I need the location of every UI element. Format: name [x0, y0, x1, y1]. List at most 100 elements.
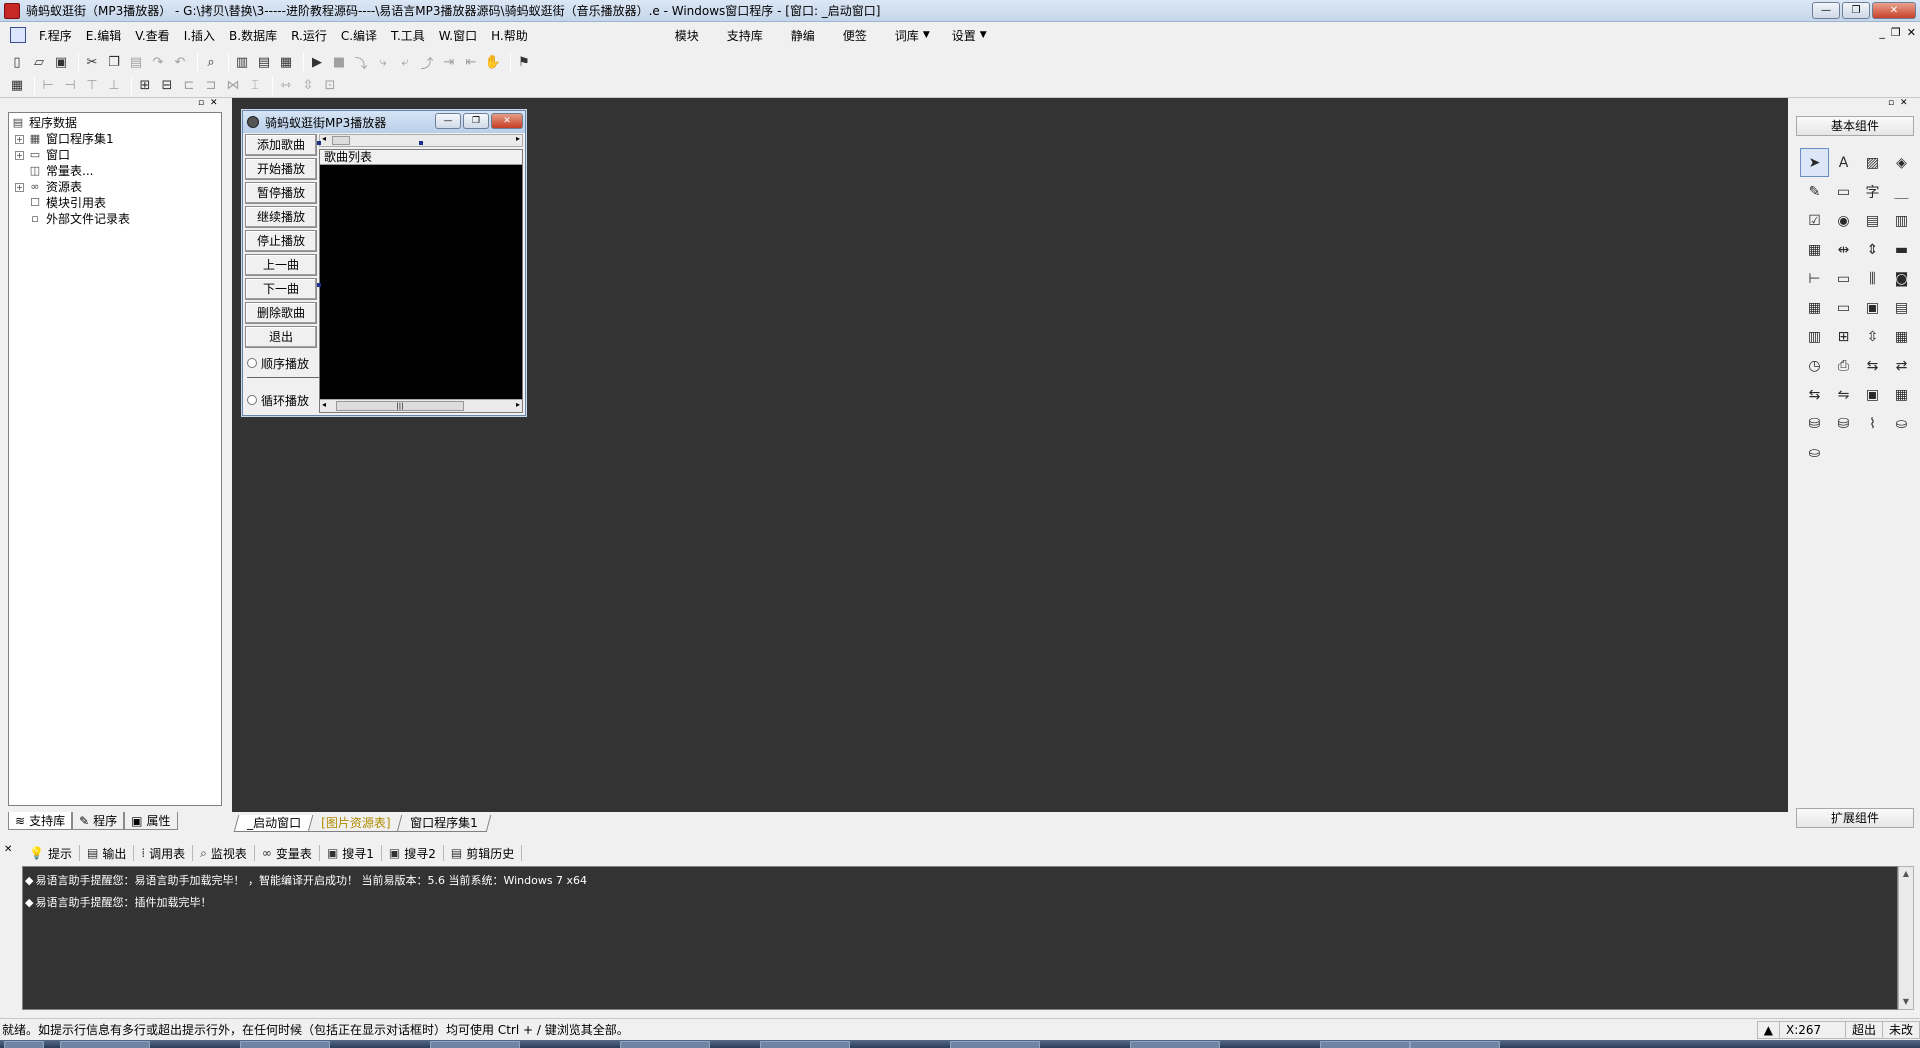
folder-icon[interactable]: ▣: [1858, 293, 1887, 322]
db-icon[interactable]: ⛁: [1800, 409, 1829, 438]
chevron-down-icon[interactable]: ▼: [980, 30, 987, 40]
tabs-icon[interactable]: ▭: [1829, 264, 1858, 293]
multilist-icon[interactable]: ▦: [1800, 235, 1829, 264]
breakpoint-icon[interactable]: ⇤: [462, 53, 480, 71]
listbox-icon[interactable]: ▥: [1887, 206, 1916, 235]
updown-icon[interactable]: ⇳: [1858, 322, 1887, 351]
image-icon[interactable]: ◙: [1887, 264, 1916, 293]
form-restore-button[interactable]: ❐: [463, 113, 489, 129]
doc-icon[interactable]: ▤: [1887, 293, 1916, 322]
tree-item-constants[interactable]: ◫ 常量表...: [9, 163, 221, 179]
form-close-button[interactable]: ✕: [491, 113, 523, 129]
save-icon[interactable]: ▣: [52, 53, 70, 71]
start-button[interactable]: [4, 1041, 44, 1048]
find-icon[interactable]: ⌕: [202, 53, 220, 71]
align-top-icon[interactable]: ⊤: [83, 77, 101, 95]
line-icon[interactable]: ＿: [1887, 177, 1916, 206]
chart-icon[interactable]: ⌇: [1858, 409, 1887, 438]
pointer-icon[interactable]: ➤: [1800, 148, 1829, 177]
tab-call-stack[interactable]: ⁞ 调用表: [134, 845, 194, 861]
tree-item-window-assembly[interactable]: + ▦ 窗口程序集1: [9, 131, 221, 147]
progress-icon[interactable]: ▬: [1887, 235, 1916, 264]
tree-item-window[interactable]: + ▭ 窗口: [9, 147, 221, 163]
mdi-restore-button[interactable]: ❐: [1891, 26, 1901, 39]
form-minimize-button[interactable]: —: [435, 113, 461, 129]
vspace-icon[interactable]: ⇳: [299, 77, 317, 95]
exit-button[interactable]: 退出: [245, 326, 317, 348]
tab-clip-history[interactable]: ▤ 剪辑历史: [444, 845, 523, 861]
scroll-right-icon[interactable]: ▸: [516, 400, 520, 409]
panel-close-icon[interactable]: ✕: [210, 98, 218, 108]
taskbar-item[interactable]: [1410, 1041, 1500, 1048]
taskbar-item[interactable]: [760, 1041, 850, 1048]
hspace-icon[interactable]: ⇿: [277, 77, 295, 95]
menu-tools[interactable]: T.工具: [384, 27, 432, 44]
scroll-left-icon[interactable]: ◂: [322, 400, 326, 409]
menu-insert[interactable]: I.插入: [177, 27, 222, 44]
output-log[interactable]: ◆ 易语言助手提醒您：易语言助手加载完毕！ ，智能编译开启成功！ 当前易版本：5.…: [22, 866, 1898, 1010]
tab-properties[interactable]: ▣ 属性: [124, 812, 178, 830]
menu-notes[interactable]: 便签: [829, 27, 881, 44]
align-right-icon[interactable]: ⊣: [61, 77, 79, 95]
stop-play-button[interactable]: 停止播放: [245, 230, 317, 252]
tree-item-external-files[interactable]: ▫ 外部文件记录表: [9, 211, 221, 227]
menu-static-compile[interactable]: 静编: [777, 27, 829, 44]
toolbar-icon[interactable]: ▥: [1800, 322, 1829, 351]
menu-program[interactable]: F.程序: [32, 27, 79, 44]
watch-icon[interactable]: ⚑: [515, 53, 533, 71]
cut-icon[interactable]: ✂: [83, 53, 101, 71]
grid-icon[interactable]: ▦: [1887, 380, 1916, 409]
layout-top-icon[interactable]: ▤: [255, 53, 273, 71]
selection-handle[interactable]: [419, 141, 423, 145]
start-play-button[interactable]: 开始播放: [245, 158, 317, 180]
edit-icon[interactable]: ✎: [1800, 177, 1829, 206]
selection-handle[interactable]: [317, 141, 321, 145]
tree-item-resources[interactable]: + ∞ 资源表: [9, 179, 221, 195]
chevron-down-icon[interactable]: ▼: [923, 30, 930, 40]
menu-database[interactable]: B.数据库: [222, 27, 284, 44]
tree-item-program-data[interactable]: ▤ 程序数据: [9, 115, 221, 131]
extended-components-header[interactable]: 扩展组件: [1796, 808, 1914, 828]
frame-icon[interactable]: ▭: [1829, 177, 1858, 206]
scroll-up-icon[interactable]: ▲: [1899, 867, 1913, 881]
same-size-icon[interactable]: ⋈: [224, 77, 242, 95]
tab-output[interactable]: ▤ 输出: [80, 845, 135, 861]
previous-song-button[interactable]: 上一曲: [245, 254, 317, 276]
radio-dot[interactable]: [247, 358, 257, 368]
step-icon[interactable]: ⤵: [352, 53, 370, 72]
taskbar-item[interactable]: [950, 1041, 1040, 1048]
song-list-header[interactable]: 歌曲列表: [320, 150, 522, 165]
align-left-icon[interactable]: ⊢: [39, 77, 57, 95]
panel-close-icon[interactable]: ✕: [1900, 98, 1908, 108]
scroll-left-icon[interactable]: ◂: [322, 134, 326, 143]
step-over-icon[interactable]: ⤶: [396, 53, 414, 71]
tab-support-lib[interactable]: ≋ 支持库: [8, 812, 73, 830]
same-height-icon[interactable]: ⊐: [202, 77, 220, 95]
dateedit-icon[interactable]: ▦: [1800, 293, 1829, 322]
db2-icon[interactable]: ⛁: [1829, 409, 1858, 438]
project-tree[interactable]: ▤ 程序数据 + ▦ 窗口程序集1 + ▭ 窗口 ◫ 常量表... + ∞ 资源…: [8, 112, 222, 806]
vscroll-icon[interactable]: ⇕: [1858, 235, 1887, 264]
app-icon[interactable]: [4, 2, 20, 19]
space-evenly-icon[interactable]: ⌶: [246, 77, 264, 95]
slider-icon[interactable]: ⊢: [1800, 264, 1829, 293]
layout-full-icon[interactable]: ▦: [277, 53, 295, 71]
layout-left-icon[interactable]: ▥: [233, 53, 251, 71]
menu-compile[interactable]: C.编译: [334, 27, 384, 44]
hscroll-icon[interactable]: ⇹: [1829, 235, 1858, 264]
tree-item-module-refs[interactable]: ☐ 模块引用表: [9, 195, 221, 211]
output-scrollbar[interactable]: ▲ ▼: [1898, 866, 1914, 1010]
server-icon[interactable]: ⇆: [1800, 380, 1829, 409]
run-to-cursor-icon[interactable]: ⇥: [440, 53, 458, 71]
tab-order-icon[interactable]: ⊡: [321, 77, 339, 95]
paste-icon[interactable]: ▤: [127, 53, 145, 71]
timer-icon[interactable]: ◷: [1800, 351, 1829, 380]
tab-variables[interactable]: ∞ 变量表: [255, 845, 320, 861]
step-out-icon[interactable]: ⤴: [418, 53, 436, 72]
basic-components-header[interactable]: 基本组件: [1796, 116, 1914, 136]
loop-play-radio[interactable]: 循环播放: [247, 390, 319, 410]
panel-pin-icon[interactable]: ▫: [1888, 98, 1894, 108]
tab-search2[interactable]: ▣ 搜寻2: [382, 845, 444, 861]
scroll-down-icon[interactable]: ▼: [1899, 995, 1913, 1009]
text-icon[interactable]: 字: [1858, 177, 1887, 206]
